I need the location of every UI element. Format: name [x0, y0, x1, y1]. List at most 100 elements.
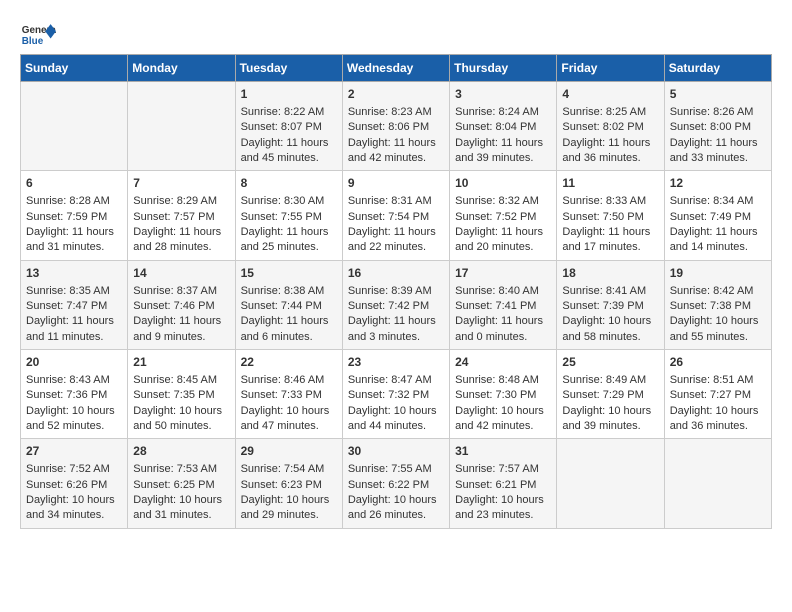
weekday-header-friday: Friday [557, 55, 664, 82]
day-number: 4 [562, 86, 658, 103]
day-number: 6 [26, 175, 122, 192]
calendar-cell: 11Sunrise: 8:33 AMSunset: 7:50 PMDayligh… [557, 171, 664, 260]
calendar-cell: 8Sunrise: 8:30 AMSunset: 7:55 PMDaylight… [235, 171, 342, 260]
calendar-cell [21, 82, 128, 171]
day-info: Sunset: 7:41 PM [455, 299, 551, 314]
day-info: Sunset: 8:04 PM [455, 120, 551, 135]
calendar-cell [664, 439, 771, 528]
day-info: Sunset: 8:07 PM [241, 120, 337, 135]
day-info: Sunrise: 8:22 AM [241, 105, 337, 120]
day-number: 16 [348, 265, 444, 282]
day-info: Daylight: 10 hours and 58 minutes. [562, 314, 658, 345]
day-number: 21 [133, 354, 229, 371]
calendar-cell: 7Sunrise: 8:29 AMSunset: 7:57 PMDaylight… [128, 171, 235, 260]
calendar-cell: 3Sunrise: 8:24 AMSunset: 8:04 PMDaylight… [450, 82, 557, 171]
weekday-header-sunday: Sunday [21, 55, 128, 82]
day-number: 14 [133, 265, 229, 282]
day-info: Daylight: 10 hours and 36 minutes. [670, 404, 766, 435]
weekday-header-monday: Monday [128, 55, 235, 82]
day-info: Sunset: 6:25 PM [133, 478, 229, 493]
calendar-cell: 2Sunrise: 8:23 AMSunset: 8:06 PMDaylight… [342, 82, 449, 171]
day-number: 23 [348, 354, 444, 371]
day-number: 7 [133, 175, 229, 192]
day-info: Daylight: 11 hours and 28 minutes. [133, 225, 229, 256]
day-number: 5 [670, 86, 766, 103]
day-info: Daylight: 11 hours and 3 minutes. [348, 314, 444, 345]
day-info: Sunrise: 8:41 AM [562, 284, 658, 299]
calendar-cell: 20Sunrise: 8:43 AMSunset: 7:36 PMDayligh… [21, 350, 128, 439]
day-info: Daylight: 10 hours and 55 minutes. [670, 314, 766, 345]
day-info: Daylight: 10 hours and 23 minutes. [455, 493, 551, 524]
day-number: 17 [455, 265, 551, 282]
day-info: Daylight: 11 hours and 33 minutes. [670, 136, 766, 167]
day-info: Daylight: 11 hours and 45 minutes. [241, 136, 337, 167]
weekday-header-thursday: Thursday [450, 55, 557, 82]
day-info: Sunset: 7:46 PM [133, 299, 229, 314]
calendar-cell: 24Sunrise: 8:48 AMSunset: 7:30 PMDayligh… [450, 350, 557, 439]
day-info: Sunrise: 8:47 AM [348, 373, 444, 388]
day-info: Daylight: 11 hours and 22 minutes. [348, 225, 444, 256]
day-info: Sunset: 7:59 PM [26, 210, 122, 225]
calendar-cell: 23Sunrise: 8:47 AMSunset: 7:32 PMDayligh… [342, 350, 449, 439]
calendar-week-row: 27Sunrise: 7:52 AMSunset: 6:26 PMDayligh… [21, 439, 772, 528]
day-info: Sunset: 7:55 PM [241, 210, 337, 225]
day-info: Sunrise: 8:30 AM [241, 194, 337, 209]
day-info: Sunrise: 8:51 AM [670, 373, 766, 388]
day-number: 20 [26, 354, 122, 371]
day-info: Sunset: 7:50 PM [562, 210, 658, 225]
day-info: Sunrise: 8:32 AM [455, 194, 551, 209]
calendar-cell: 28Sunrise: 7:53 AMSunset: 6:25 PMDayligh… [128, 439, 235, 528]
day-info: Sunset: 7:42 PM [348, 299, 444, 314]
day-number: 2 [348, 86, 444, 103]
calendar-cell: 4 Sunrise: 8:25 AMSunset: 8:02 PMDaylight… [557, 82, 664, 171]
day-number: 25 [562, 354, 658, 371]
day-info: Sunrise: 8:35 AM [26, 284, 122, 299]
day-info: Sunset: 8:06 PM [348, 120, 444, 135]
calendar-cell: 25Sunrise: 8:49 AMSunset: 7:29 PMDayligh… [557, 350, 664, 439]
day-info: Sunset: 7:54 PM [348, 210, 444, 225]
day-info: Sunset: 7:35 PM [133, 388, 229, 403]
day-info: Sunset: 7:33 PM [241, 388, 337, 403]
day-info: Daylight: 11 hours and 17 minutes. [562, 225, 658, 256]
day-number: 18 [562, 265, 658, 282]
day-info: Sunrise: 8:24 AM [455, 105, 551, 120]
day-number: 8 [241, 175, 337, 192]
day-number: 31 [455, 443, 551, 460]
weekday-header-wednesday: Wednesday [342, 55, 449, 82]
day-info: Sunset: 6:22 PM [348, 478, 444, 493]
day-info: Sunset: 7:49 PM [670, 210, 766, 225]
weekday-header-saturday: Saturday [664, 55, 771, 82]
calendar-cell: 1Sunrise: 8:22 AMSunset: 8:07 PMDaylight… [235, 82, 342, 171]
day-info: Sunset: 7:38 PM [670, 299, 766, 314]
day-info: Sunset: 6:26 PM [26, 478, 122, 493]
calendar-cell: 18 Sunrise: 8:41 AMSunset: 7:39 PMDayligh… [557, 260, 664, 349]
calendar-cell: 17 Sunrise: 8:40 AMSunset: 7:41 PMDayligh… [450, 260, 557, 349]
day-info: Daylight: 11 hours and 0 minutes. [455, 314, 551, 345]
day-info: Daylight: 10 hours and 52 minutes. [26, 404, 122, 435]
day-info: Daylight: 11 hours and 20 minutes. [455, 225, 551, 256]
day-info: Sunset: 8:02 PM [562, 120, 658, 135]
calendar-cell: 31Sunrise: 7:57 AMSunset: 6:21 PMDayligh… [450, 439, 557, 528]
calendar-cell: 29Sunrise: 7:54 AMSunset: 6:23 PMDayligh… [235, 439, 342, 528]
day-info: Sunrise: 8:46 AM [241, 373, 337, 388]
day-info: Sunset: 7:39 PM [562, 299, 658, 314]
calendar-table: SundayMondayTuesdayWednesdayThursdayFrid… [20, 54, 772, 529]
day-info: Sunset: 7:32 PM [348, 388, 444, 403]
day-info: Daylight: 11 hours and 11 minutes. [26, 314, 122, 345]
logo-icon: General Blue [20, 20, 56, 48]
day-info: Sunrise: 8:48 AM [455, 373, 551, 388]
day-info: Sunrise: 8:23 AM [348, 105, 444, 120]
logo: General Blue [20, 20, 56, 48]
day-info: Daylight: 11 hours and 36 minutes. [562, 136, 658, 167]
day-info: Sunrise: 7:53 AM [133, 462, 229, 477]
calendar-cell: 16Sunrise: 8:39 AMSunset: 7:42 PMDayligh… [342, 260, 449, 349]
calendar-cell: 9Sunrise: 8:31 AMSunset: 7:54 PMDaylight… [342, 171, 449, 260]
day-info: Sunset: 7:44 PM [241, 299, 337, 314]
day-info: Daylight: 10 hours and 42 minutes. [455, 404, 551, 435]
calendar-cell: 6Sunrise: 8:28 AMSunset: 7:59 PMDaylight… [21, 171, 128, 260]
day-number: 13 [26, 265, 122, 282]
svg-text:Blue: Blue [22, 36, 44, 47]
day-info: Sunrise: 8:40 AM [455, 284, 551, 299]
day-info: Sunrise: 8:45 AM [133, 373, 229, 388]
day-info: Sunrise: 8:25 AM [562, 105, 658, 120]
